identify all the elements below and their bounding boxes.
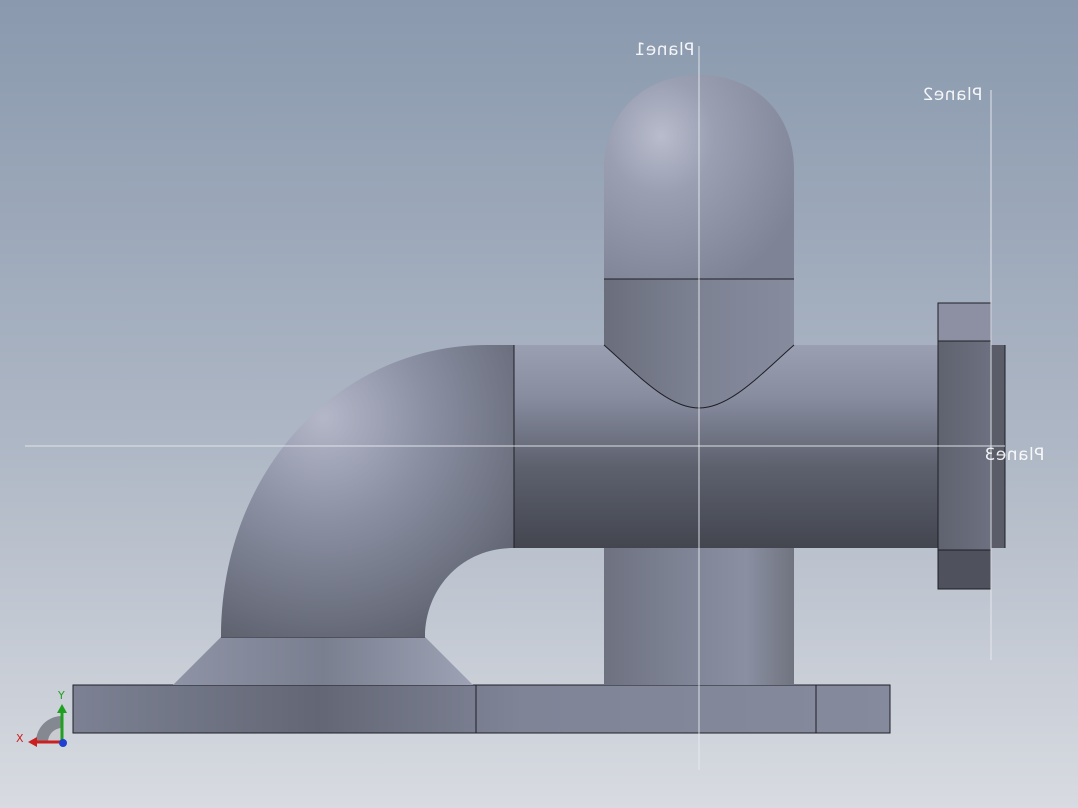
z-axis-dot	[59, 739, 67, 747]
plane2-label[interactable]: Plane2	[922, 85, 982, 105]
elbow-cone-foot[interactable]	[173, 637, 473, 685]
graphics-viewport[interactable]: Plane1 Plane2 Plane3 X Y	[0, 0, 1078, 808]
plane3-label[interactable]: Plane3	[984, 445, 1044, 465]
model-canvas[interactable]	[0, 0, 1078, 808]
y-axis-label: Y	[58, 689, 65, 702]
base-plate[interactable]	[72, 684, 891, 734]
plane1-label[interactable]: Plane1	[634, 40, 694, 60]
x-axis-label: X	[16, 732, 24, 745]
